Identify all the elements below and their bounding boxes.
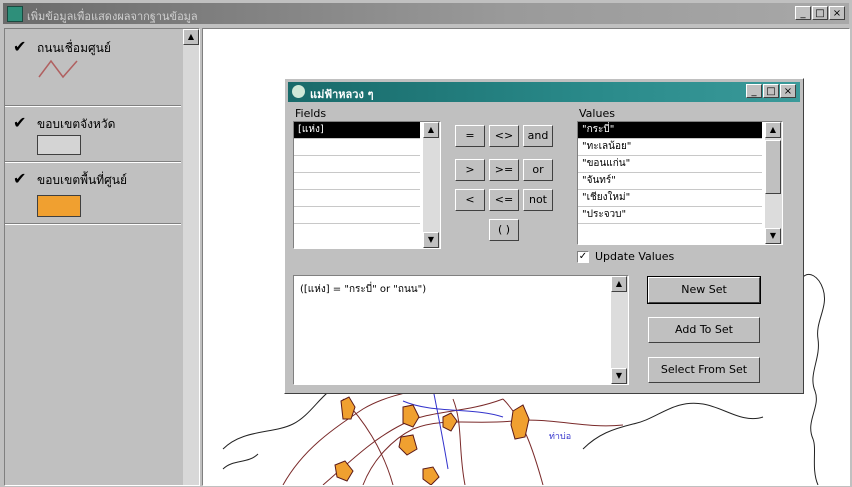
select-from-set-button[interactable]: Select From Set xyxy=(648,357,760,383)
legend-item-label: ถนนเชื่อมศูนย์ xyxy=(37,41,111,55)
operator-or-button[interactable]: or xyxy=(523,159,553,181)
operator-greater-equal-button[interactable]: >= xyxy=(489,159,519,181)
dialog-title-bar[interactable]: แม่ฟ้าหลวง ๆ _ □ × xyxy=(288,82,800,102)
road-line-blue xyxy=(432,388,449,470)
new-set-button[interactable]: New Set xyxy=(647,276,761,304)
values-rows: "กระบี่" "ทะเลน้อย" "ขอนแก่น" "จันทร์" "… xyxy=(578,122,762,224)
operator-less-equal-button[interactable]: <= xyxy=(489,189,519,211)
scroll-down-icon[interactable]: ▼ xyxy=(611,368,627,384)
fields-list[interactable]: [แห่ง] ▲ ▼ xyxy=(293,121,441,249)
dialog-maximize-button[interactable]: □ xyxy=(763,84,779,98)
road-line xyxy=(452,398,466,485)
line-symbol-icon xyxy=(38,59,78,79)
list-item[interactable] xyxy=(294,207,420,224)
add-to-set-button[interactable]: Add To Set xyxy=(648,317,760,343)
legend-item-roads[interactable]: ✔ ถนนเชื่อมศูนย์ xyxy=(9,33,177,105)
scroll-down-icon[interactable]: ▼ xyxy=(765,228,781,244)
minimize-button[interactable]: _ xyxy=(795,6,811,20)
operator-not-equal-button[interactable]: <> xyxy=(489,125,519,147)
operator-greater-button[interactable]: > xyxy=(455,159,485,181)
fields-rows: [แห่ง] xyxy=(294,122,420,224)
scroll-up-icon[interactable]: ▲ xyxy=(611,276,627,292)
scroll-up-icon[interactable]: ▲ xyxy=(183,29,199,45)
gray-box-symbol-icon xyxy=(37,135,81,155)
values-scrollbar[interactable]: ▲ ▼ xyxy=(765,122,782,244)
dialog-close-button[interactable]: × xyxy=(780,84,796,98)
scroll-thumb[interactable] xyxy=(765,140,781,194)
legend-item-province[interactable]: ✔ ขอบเขตจังหวัด xyxy=(9,109,177,161)
fields-label: Fields xyxy=(295,107,327,120)
list-item[interactable] xyxy=(294,190,420,207)
values-list[interactable]: "กระบี่" "ทะเลน้อย" "ขอนแก่น" "จันทร์" "… xyxy=(577,121,783,245)
list-item[interactable] xyxy=(294,173,420,190)
legend-divider xyxy=(5,223,181,225)
legend-item-center-area[interactable]: ✔ ขอบเขตพื้นที่ศูนย์ xyxy=(9,165,177,221)
center-area-polygon xyxy=(398,434,418,456)
center-area-polygon xyxy=(402,404,420,428)
query-dialog: แม่ฟ้าหลวง ๆ _ □ × Fields [แห่ง] ▲ ▼ = <> … xyxy=(284,78,804,394)
maximize-button[interactable]: □ xyxy=(812,6,828,20)
check-icon[interactable]: ✔ xyxy=(13,113,26,132)
center-area-polygon xyxy=(442,412,458,432)
scroll-up-icon[interactable]: ▲ xyxy=(423,122,439,138)
operator-equals-button[interactable]: = xyxy=(455,125,485,147)
center-area-polygon xyxy=(334,460,354,482)
road-line xyxy=(282,378,464,485)
scroll-down-icon[interactable]: ▼ xyxy=(423,232,439,248)
legend-item-label: ขอบเขตพื้นที่ศูนย์ xyxy=(37,173,127,187)
operator-less-button[interactable]: < xyxy=(455,189,485,211)
close-button[interactable]: × xyxy=(829,6,845,20)
dialog-caption-buttons: _ □ × xyxy=(745,84,796,98)
list-item[interactable] xyxy=(294,139,420,156)
update-values-label[interactable]: Update Values xyxy=(595,250,674,263)
list-item[interactable]: "กระบี่" xyxy=(578,122,762,139)
main-caption-buttons: _ □ × xyxy=(794,6,845,20)
operator-not-button[interactable]: not xyxy=(523,189,553,211)
list-item[interactable]: [แห่ง] xyxy=(294,122,420,139)
operator-and-button[interactable]: and xyxy=(523,125,553,147)
legend-divider xyxy=(5,161,181,163)
center-area-polygon xyxy=(422,466,440,485)
fields-scrollbar[interactable]: ▲ ▼ xyxy=(423,122,440,248)
expression-text: ([แห่ง] = "กระบี่" or "ถนน") xyxy=(300,284,427,295)
list-item[interactable]: "ทะเลน้อย" xyxy=(578,139,762,156)
legend-panel: ✔ ถนนเชื่อมศูนย์ ✔ ขอบเขตจังหวัด ✔ ขอบเข… xyxy=(4,28,200,486)
check-icon[interactable]: ✔ xyxy=(13,169,26,188)
legend-scrollbar[interactable]: ▲ xyxy=(183,29,199,485)
update-values-checkbox[interactable]: ✓ xyxy=(577,251,589,263)
check-icon[interactable]: ✔ xyxy=(13,37,26,56)
main-window-title: เพิ่มข้อมูลเพื่อแสดงผลจากฐานข้อมูล xyxy=(27,10,198,23)
legend-item-label: ขอบเขตจังหวัด xyxy=(37,117,116,131)
expression-textarea[interactable]: ([แห่ง] = "กระบี่" or "ถนน") ▲ ▼ xyxy=(293,275,629,385)
list-item[interactable]: "ขอนแก่น" xyxy=(578,156,762,173)
list-item[interactable] xyxy=(294,156,420,173)
province-boundary xyxy=(222,453,259,470)
operator-parens-button[interactable]: ( ) xyxy=(489,219,519,241)
list-item[interactable]: "เชียงใหม่" xyxy=(578,190,762,207)
dialog-title: แม่ฟ้าหลวง ๆ xyxy=(310,88,374,101)
expression-scrollbar[interactable]: ▲ ▼ xyxy=(611,276,628,384)
orange-box-symbol-icon xyxy=(37,195,81,217)
dialog-minimize-button[interactable]: _ xyxy=(746,84,762,98)
scroll-up-icon[interactable]: ▲ xyxy=(765,122,781,138)
dialog-app-icon xyxy=(292,85,305,98)
main-title-bar[interactable]: เพิ่มข้อมูลเพื่อแสดงผลจากฐานข้อมูล _ □ × xyxy=(3,3,849,24)
app-icon xyxy=(7,6,23,22)
values-label: Values xyxy=(579,107,615,120)
map-place-label: ท่าบ่อ xyxy=(549,432,571,442)
legend-divider xyxy=(5,105,181,107)
road-line xyxy=(362,419,624,485)
list-item[interactable]: "จันทร์" xyxy=(578,173,762,190)
list-item[interactable]: "ประจวบ" xyxy=(578,207,762,224)
